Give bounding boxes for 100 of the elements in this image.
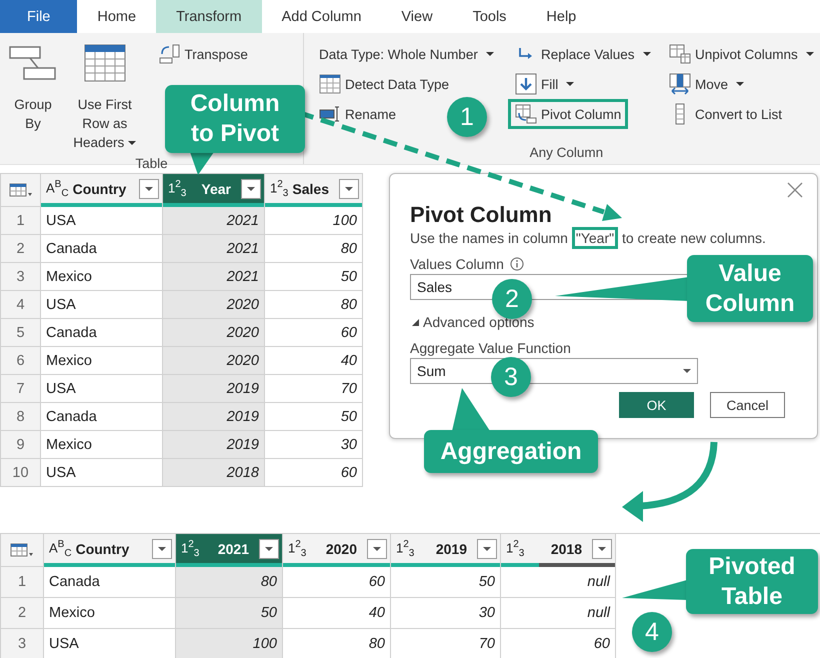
table-cell: Mexico [41, 347, 163, 375]
column-name: Country [76, 540, 130, 556]
column-name: 2020 [324, 540, 358, 556]
column-name: Year [200, 180, 232, 196]
ribbon-button[interactable]: Convert to List [662, 99, 790, 129]
table-cell: 2020 [163, 319, 265, 347]
table-cell: null [501, 567, 616, 598]
cancel-button[interactable]: Cancel [710, 392, 785, 418]
table-cell: 100 [265, 207, 363, 235]
callout-pointer [622, 580, 687, 600]
field-label: Aggregate Value Function [410, 340, 571, 356]
close-icon[interactable] [785, 180, 805, 200]
table-cell: 2019 [163, 375, 265, 403]
group-label: Table [135, 156, 168, 173]
table-cell: 80 [265, 291, 363, 319]
table-cell: 2019 [163, 403, 265, 431]
ribbon-button[interactable]: Transpose [152, 39, 255, 69]
filter-button[interactable] [259, 538, 279, 558]
ribbon-button[interactable]: Detect Data Type [312, 69, 456, 99]
ribbon-button[interactable]: Rename [312, 99, 404, 129]
row-number: 5 [1, 319, 41, 347]
row-number: 3 [1, 263, 41, 291]
ribbon-tab[interactable]: Transform [156, 0, 262, 33]
filter-button[interactable] [592, 538, 612, 558]
callout: Value Column [687, 255, 813, 322]
column-name: Country [72, 180, 128, 196]
table-cell: USA [41, 291, 163, 319]
table-cell: 2021 [163, 263, 265, 291]
table-cell: Mexico [44, 598, 176, 629]
table-cell: 2021 [163, 207, 265, 235]
row-number: 2 [1, 598, 44, 629]
filter-button[interactable] [339, 178, 359, 198]
step-badge: 3 [491, 357, 531, 397]
row-number: 1 [1, 567, 44, 598]
table-cell: Canada [41, 235, 163, 263]
move-icon [669, 73, 691, 95]
ribbon-button[interactable]: Replace Values [508, 39, 658, 69]
unpivot-icon [669, 44, 691, 64]
filter-button[interactable] [139, 178, 159, 198]
table-cell: USA [41, 459, 163, 487]
pivot-icon [515, 104, 537, 124]
table-cell: 30 [391, 598, 501, 629]
table-icon [319, 74, 341, 94]
column-header[interactable]: A$^{B}$$_{C}$ Country [44, 534, 176, 563]
column-header[interactable]: 1$^{2}$$_{3}$ Sales [265, 174, 363, 203]
row-number: 3 [1, 629, 44, 658]
table-cell: Mexico [41, 431, 163, 459]
ribbon-button[interactable]: Group By [8, 39, 58, 156]
column-name: 2021 [216, 540, 250, 556]
dialog-description: Use the names in column "Year" to create new columns. [410, 230, 805, 246]
table-menu-icon[interactable] [10, 542, 34, 558]
ribbon-button[interactable]: Pivot Column [508, 99, 628, 129]
filter-button[interactable] [152, 538, 172, 558]
table-cell: 70 [265, 375, 363, 403]
column-name: 2019 [434, 540, 468, 556]
table-cell: Canada [41, 403, 163, 431]
row-number: 6 [1, 347, 41, 375]
ribbon-button[interactable]: Unpivot Columns [662, 39, 820, 69]
filter-button[interactable] [367, 538, 387, 558]
ribbon-button[interactable]: Move [662, 69, 752, 99]
ribbon-button[interactable]: Data Type: Whole Number [312, 39, 501, 69]
ribbon-button[interactable]: Use First Row as Headers [64, 39, 146, 156]
table-cell: 2019 [163, 431, 265, 459]
row-number: 1 [1, 207, 41, 235]
fill-down-icon [515, 73, 537, 95]
dialog-title: Pivot Column [410, 202, 553, 228]
table-cell: 2020 [163, 291, 265, 319]
ribbon-button[interactable]: Fill [508, 69, 582, 99]
table-cell: 2021 [163, 235, 265, 263]
filter-button[interactable] [241, 178, 261, 198]
table-cell: 60 [283, 567, 391, 598]
callout-pointer [190, 152, 214, 175]
callout-pointer [452, 388, 490, 431]
group-label: Any Column [530, 145, 604, 162]
table-cell: 60 [265, 459, 363, 487]
table-cell: 100 [176, 629, 283, 658]
ribbon-tab[interactable]: File [0, 0, 78, 33]
table-cell: Canada [44, 567, 176, 598]
table-icon [84, 43, 126, 83]
callout: Pivoted Table [686, 549, 818, 614]
table-cell: USA [41, 207, 163, 235]
callout: Column to Pivot [165, 85, 305, 153]
column-header[interactable]: A$^{B}$$_{C}$ Country [41, 174, 163, 203]
table-menu-icon[interactable] [8, 182, 32, 198]
row-number: 2 [1, 235, 41, 263]
table-cell: null [501, 598, 616, 629]
table-cell: 50 [391, 567, 501, 598]
caret-icon [683, 369, 691, 373]
ok-button[interactable]: OK [619, 392, 694, 418]
transpose-icon [158, 44, 181, 64]
filter-button[interactable] [477, 538, 497, 558]
table-cell: USA [41, 375, 163, 403]
info-icon [510, 257, 524, 271]
row-number: 9 [1, 431, 41, 459]
step-badge: 2 [492, 279, 532, 319]
table-cell: 60 [265, 319, 363, 347]
row-number: 8 [1, 403, 41, 431]
field-label: Values Column [410, 256, 504, 272]
row-number: 7 [1, 375, 41, 403]
table-cell: 50 [265, 403, 363, 431]
